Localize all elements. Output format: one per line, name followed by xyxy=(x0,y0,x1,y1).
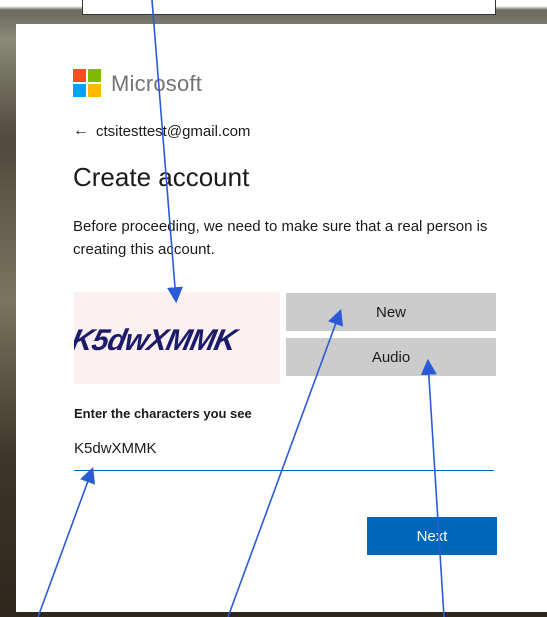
next-button[interactable]: Next xyxy=(367,517,497,555)
microsoft-logo-icon xyxy=(73,69,102,98)
account-email: ctsitesttest@gmail.com xyxy=(96,122,251,140)
captcha-input-label: Enter the characters you see xyxy=(74,406,252,421)
new-captcha-button[interactable]: New xyxy=(286,293,496,331)
back-link[interactable]: ← ctsitesttest@gmail.com xyxy=(73,120,250,142)
top-banner-frame xyxy=(82,0,496,15)
back-arrow-icon[interactable]: ← xyxy=(73,122,89,140)
page-title: Create account xyxy=(73,162,250,192)
captcha-input[interactable] xyxy=(74,432,494,471)
captcha-text: K5dwXMMK xyxy=(74,324,242,357)
page-description: Before proceeding, we need to make sure … xyxy=(73,218,488,258)
captcha-graphic: K5dwXMMK xyxy=(74,324,242,357)
brand-name: Microsoft xyxy=(111,71,203,96)
audio-captcha-button[interactable]: Audio xyxy=(286,338,496,376)
captcha-image: K5dwXMMK xyxy=(74,292,280,384)
sign-up-dialog: Microsoft ← ctsitesttest@gmail.com Creat… xyxy=(16,24,547,612)
